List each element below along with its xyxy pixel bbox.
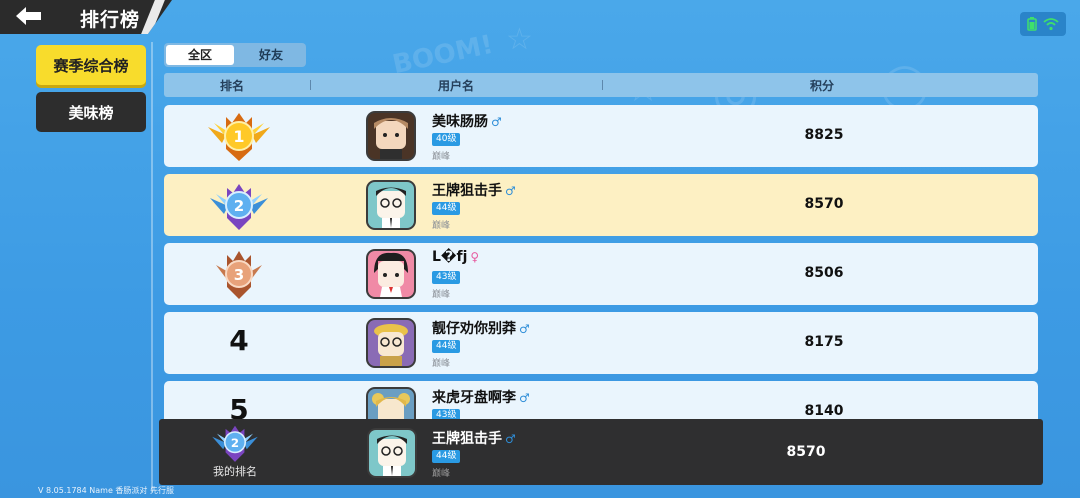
tab-friends[interactable]: 好友: [236, 43, 306, 67]
avatar[interactable]: [368, 113, 414, 159]
vertical-divider: [151, 42, 153, 492]
level-tag: 44级: [432, 340, 461, 353]
score-value: 8570: [804, 196, 844, 212]
male-icon: ♂: [519, 322, 530, 336]
avatar[interactable]: [368, 251, 414, 297]
table-row[interactable]: 1 美味肠肠 ♂ 40级 巅峰 8825: [164, 105, 1038, 167]
username: L�fj ♀: [432, 249, 480, 265]
scope-tabs: 全区 好友: [164, 43, 306, 67]
username: 来虎牙盘啊李 ♂: [432, 390, 530, 406]
level-tag: 40级: [432, 133, 461, 146]
my-rank-bar: 2 我的排名 王牌狙击手 ♂ 44级 巅峰 8570: [159, 419, 1043, 485]
page-title: 排行榜: [80, 9, 141, 31]
rank-1-text: 1: [233, 127, 244, 146]
column-score: 积分: [810, 79, 835, 93]
version-text: V 8.05.1784 Name 香肠派对 先行服: [38, 486, 174, 495]
score-value: 8506: [804, 265, 844, 281]
username: 王牌狙击手 ♂: [432, 431, 516, 447]
blue-crown-badge-icon: 2: [207, 421, 263, 465]
score-value: 8175: [804, 334, 844, 350]
tier-label: 巅峰: [432, 221, 451, 231]
background-star-icon: ☆: [506, 22, 533, 57]
wifi-icon: [1043, 18, 1059, 31]
male-icon: ♂: [505, 432, 516, 446]
score-value: 8570: [786, 444, 826, 460]
tier-label: 巅峰: [432, 469, 451, 479]
gold-crown-badge-icon: 1: [204, 109, 274, 165]
my-rank-text: 2: [231, 436, 239, 450]
blue-crown-badge-icon: 2: [204, 178, 274, 234]
table-header: 排名 用户名 积分: [164, 73, 1038, 97]
column-username: 用户名: [438, 79, 475, 93]
bronze-crown-badge-icon: 3: [204, 247, 274, 303]
back-button[interactable]: [14, 4, 44, 28]
battery-icon: [1026, 17, 1037, 31]
column-rank: 排名: [220, 79, 245, 93]
level-tag: 43级: [432, 271, 461, 284]
avatar[interactable]: [369, 430, 415, 476]
menu-food-ranking[interactable]: 美味榜: [36, 92, 146, 132]
my-rank-label: 我的排名: [213, 465, 257, 478]
table-row[interactable]: 2 王牌狙击手 ♂ 44级 巅峰 8570: [164, 174, 1038, 236]
tier-label: 巅峰: [432, 290, 451, 300]
male-icon: ♂: [491, 115, 502, 129]
level-tag: 44级: [432, 450, 461, 463]
arrow-left-icon: [16, 7, 41, 25]
tier-label: 巅峰: [432, 359, 451, 369]
score-value: 8825: [804, 127, 844, 143]
menu-season-ranking[interactable]: 赛季综合榜: [36, 45, 146, 85]
rank-2-text: 2: [234, 197, 244, 215]
level-tag: 44级: [432, 202, 461, 215]
username: 美味肠肠 ♂: [432, 114, 502, 130]
username: 靓仔劝你别莽 ♂: [432, 321, 530, 337]
table-row[interactable]: 4 靓仔劝你别莽 ♂ 44级 巅峰 8175: [164, 312, 1038, 374]
female-icon: ♀: [470, 250, 480, 264]
username: 王牌狙击手 ♂: [432, 183, 516, 199]
avatar[interactable]: [368, 182, 414, 228]
avatar[interactable]: [368, 320, 414, 366]
male-icon: ♂: [505, 184, 516, 198]
rank-number: 4: [229, 324, 249, 357]
score-value: 8140: [804, 403, 844, 419]
rank-3-text: 3: [234, 266, 244, 284]
tier-label: 巅峰: [432, 152, 451, 162]
status-indicators: [1020, 12, 1066, 36]
tab-all-server[interactable]: 全区: [166, 45, 234, 65]
table-row[interactable]: 3 L�fj ♀ 43级 巅峰 8506: [164, 243, 1038, 305]
male-icon: ♂: [519, 391, 530, 405]
